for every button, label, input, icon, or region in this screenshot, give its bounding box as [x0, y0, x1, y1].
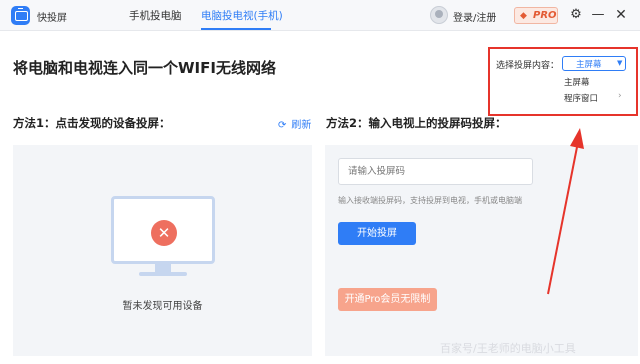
screen-content-select[interactable]: 主屏幕 ▼: [562, 56, 626, 71]
dropdown-arrow-icon: ▼: [617, 59, 623, 67]
monitor-base: [139, 272, 187, 276]
method2-title: 方法2：输入电视上的投屏码投屏：: [326, 116, 507, 130]
monitor-stand: [155, 264, 171, 272]
app-logo-icon: [11, 6, 30, 25]
active-tab-indicator: [201, 28, 271, 30]
refresh-button[interactable]: ⟳ 刷新: [278, 116, 311, 131]
title-bar: 快投屏 手机投电脑 电脑投电视(手机) 登录/注册 ◆ PRO ⚙ — ✕: [0, 0, 640, 31]
error-x-icon: ✕: [151, 220, 177, 246]
tab-phone-to-pc[interactable]: 手机投电脑: [129, 8, 182, 23]
device-list-panel: ✕ 暂未发现可用设备: [13, 145, 312, 356]
tab-pc-to-tv[interactable]: 电脑投电视(手机): [201, 8, 283, 23]
start-cast-button[interactable]: 开始投屏: [338, 222, 416, 245]
pro-badge[interactable]: ◆ PRO: [514, 7, 558, 24]
option-main-screen[interactable]: 主屏幕: [564, 76, 590, 88]
cast-code-input[interactable]: [338, 158, 533, 185]
open-pro-button[interactable]: 开通Pro会员无限制: [338, 288, 437, 311]
select-value: 主屏幕: [576, 60, 602, 70]
code-panel: 输入接收端投屏码，支持投屏到电视，手机或电脑端 开始投屏 开通Pro会员无限制: [325, 145, 638, 356]
pro-label: PRO: [533, 10, 557, 21]
avatar[interactable]: [430, 6, 448, 24]
refresh-label: 刷新: [291, 120, 312, 131]
watermark: 百家号/王老师的电脑小工具: [440, 342, 576, 355]
minimize-icon[interactable]: —: [590, 6, 606, 24]
no-device-text: 暂未发现可用设备: [122, 301, 203, 312]
close-icon[interactable]: ✕: [613, 6, 629, 24]
option-program-window[interactable]: 程序窗口: [564, 92, 598, 104]
login-link[interactable]: 登录/注册: [453, 9, 496, 24]
diamond-icon: ◆: [520, 11, 527, 21]
screen-content-label: 选择投屏内容：: [496, 61, 560, 71]
page-title: 将电脑和电视连入同一个WIFI无线网络: [13, 59, 276, 77]
screen-content-popup: 选择投屏内容： 主屏幕 ▼ 主屏幕 程序窗口 ›: [488, 47, 638, 116]
hint-text: 输入接收端投屏码，支持投屏到电视，手机或电脑端: [338, 196, 522, 205]
refresh-icon: ⟳: [278, 120, 287, 131]
chevron-right-icon: ›: [618, 91, 622, 101]
settings-icon[interactable]: ⚙: [568, 6, 584, 24]
app-name: 快投屏: [37, 13, 67, 24]
method1-title: 方法1：点击发现的设备投屏：: [13, 116, 171, 130]
